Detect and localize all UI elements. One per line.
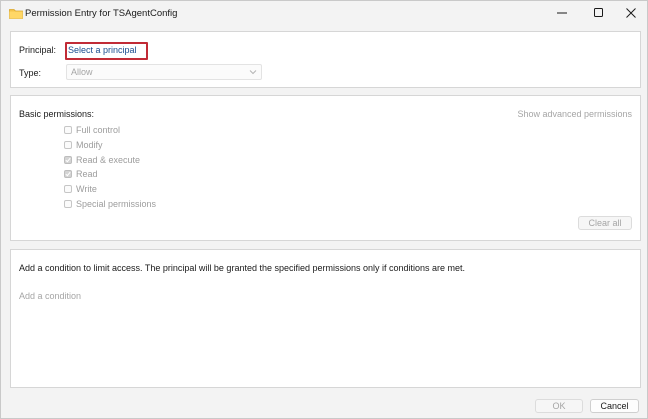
principal-label: Principal: <box>19 45 57 55</box>
checkmark-icon <box>65 171 71 176</box>
special-permissions-label: Special permissions <box>76 198 157 209</box>
perm-row-modify[interactable]: Modify <box>64 138 103 151</box>
modify-checkbox[interactable] <box>64 140 72 149</box>
cancel-label: Cancel <box>600 401 629 411</box>
read-execute-checkbox[interactable] <box>64 155 72 164</box>
type-dropdown[interactable]: Allow <box>66 64 262 80</box>
cancel-button[interactable]: Cancel <box>590 399 639 413</box>
maximize-button[interactable] <box>582 1 616 25</box>
type-dropdown-value: Allow <box>71 67 93 77</box>
title-bar: Permission Entry for TSAgentConfig <box>1 1 647 27</box>
folder-icon <box>9 9 23 19</box>
read-label: Read <box>76 168 98 179</box>
write-checkbox[interactable] <box>64 184 72 193</box>
read-checkbox[interactable] <box>64 169 72 178</box>
minimize-button[interactable] <box>545 1 579 25</box>
close-button[interactable] <box>614 1 648 25</box>
window-title: Permission Entry for TSAgentConfig <box>25 8 178 19</box>
modify-label: Modify <box>76 139 103 150</box>
write-label: Write <box>76 183 97 194</box>
select-principal-link[interactable]: Select a principal <box>68 45 137 55</box>
perm-row-read-execute[interactable]: Read & execute <box>64 153 140 166</box>
add-condition-link[interactable]: Add a condition <box>19 291 81 301</box>
special-permissions-checkbox[interactable] <box>64 199 72 208</box>
checkmark-icon <box>65 157 71 162</box>
perm-row-special-permissions[interactable]: Special permissions <box>64 197 156 210</box>
minimize-icon <box>557 12 567 14</box>
basic-permissions-heading: Basic permissions: <box>19 109 95 119</box>
read-execute-label: Read & execute <box>76 154 141 165</box>
type-label: Type: <box>19 68 42 78</box>
full-control-checkbox[interactable] <box>64 125 72 134</box>
chevron-down-icon <box>249 70 257 75</box>
close-icon <box>626 8 636 18</box>
principal-panel: Principal: Select a principal Type: Allo… <box>10 31 641 88</box>
full-control-label: Full control <box>76 124 121 135</box>
ok-button[interactable]: OK <box>535 399 583 413</box>
show-advanced-permissions-link[interactable]: Show advanced permissions <box>517 109 632 119</box>
condition-panel: Add a condition to limit access. The pri… <box>10 249 641 388</box>
maximize-icon <box>594 8 603 17</box>
perm-row-full-control[interactable]: Full control <box>64 123 120 136</box>
clear-all-button[interactable]: Clear all <box>578 216 632 230</box>
permission-entry-dialog: Permission Entry for TSAgentConfig Princ… <box>0 0 648 419</box>
permissions-panel: Basic permissions: Show advanced permiss… <box>10 95 641 241</box>
perm-row-write[interactable]: Write <box>64 182 97 195</box>
perm-row-read[interactable]: Read <box>64 167 98 180</box>
ok-label: OK <box>552 401 566 411</box>
condition-description: Add a condition to limit access. The pri… <box>19 263 466 273</box>
clear-all-label: Clear all <box>588 218 622 228</box>
